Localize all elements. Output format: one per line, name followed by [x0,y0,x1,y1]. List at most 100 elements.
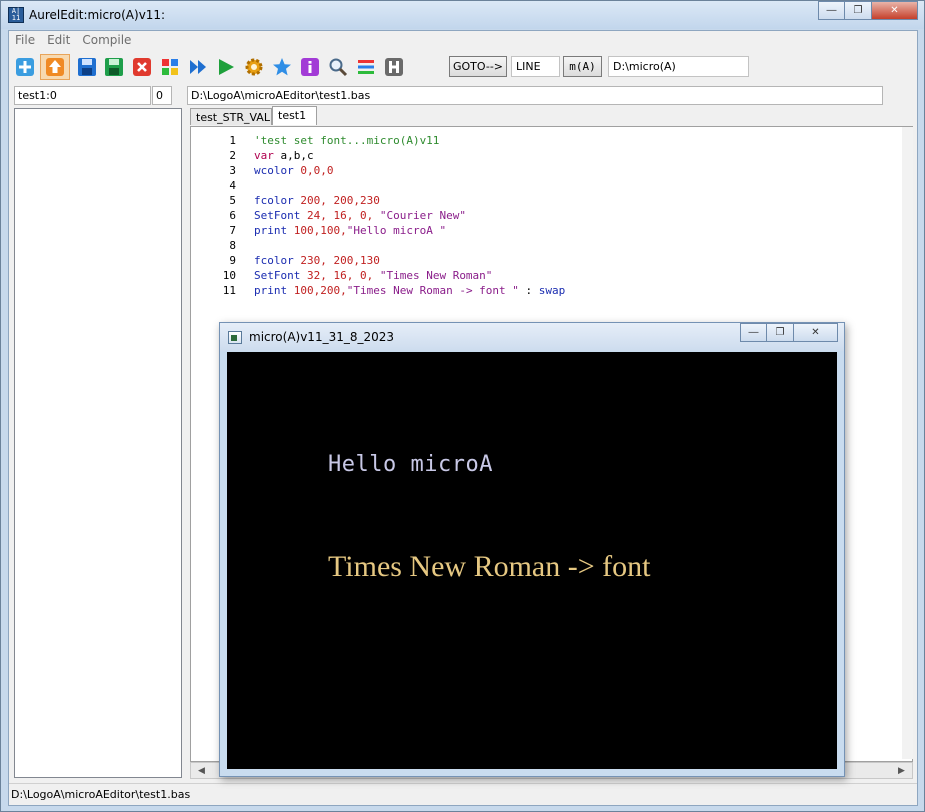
star-icon [273,58,291,76]
new-icon [16,58,34,76]
fast-forward-button[interactable] [186,55,210,79]
goto-button[interactable]: GOTO--> [449,56,507,77]
run-icon [219,59,234,75]
code-token: print [254,284,288,297]
code-token: wcolor [254,164,294,177]
minimize-button[interactable]: — [818,1,845,20]
path-input[interactable]: D:\micro(A) [608,56,749,77]
info-button[interactable] [298,55,322,79]
search-icon [329,58,348,77]
menu-edit[interactable]: Edit [41,31,76,49]
code-line[interactable]: 1 'test set font...micro(A)v11 [191,133,565,148]
code-token: "Hello microA " [346,224,447,237]
close-file-button[interactable] [130,55,154,79]
line-number: 9 [229,254,236,267]
status-path: D:\LogoA\microAEditor\test1.bas [11,788,191,801]
output-close-button[interactable]: ✕ [794,323,838,342]
status-bar: D:\LogoA\microAEditor\test1.bas [9,783,917,805]
code-line[interactable]: 6 SetFont 24, 16, 0, "Courier New" [191,208,565,223]
maximize-button[interactable]: ❐ [845,1,872,20]
title-bar[interactable]: A| 11 AurelEdit:micro(A)v11: — ❐ ✕ [1,1,924,29]
editor-vertical-scrollbar[interactable] [902,127,913,759]
code-token: fcolor [254,194,294,207]
caption-buttons: — ❐ ✕ [818,1,918,20]
output-minimize-button[interactable]: — [740,323,767,342]
code-token: "Courier New" [379,209,466,222]
number-field[interactable]: 0 [152,86,172,105]
output-caption-buttons: — ❐ ✕ [740,323,838,342]
code-area[interactable]: 1'test set font...micro(A)v11 2 var a,b,c 3… [191,133,566,298]
output-title-bar[interactable]: micro(A)v11_31_8_2023 — ❐ ✕ [220,323,844,351]
code-line[interactable]: 8 [191,238,565,253]
code-token: "Times New Roman -> font " [346,284,519,297]
save-as-button[interactable] [102,55,126,79]
code-token: 'test set font...micro(A)v11 [254,134,440,147]
code-token: a,b,c [273,149,314,162]
code-token: 0,0,0 [293,164,334,177]
fast-forward-icon [190,60,206,74]
file-path-field[interactable]: D:\LogoA\microAEditor\test1.bas [187,86,883,105]
colors-button[interactable] [158,55,182,79]
find-button[interactable] [326,55,350,79]
favorite-button[interactable] [270,55,294,79]
code-token: 24, 16, 0, [300,209,380,222]
line-input[interactable]: LINE [511,56,560,77]
output-window-title: micro(A)v11_31_8_2023 [249,330,395,344]
window-title: AurelEdit:micro(A)v11: [29,8,166,22]
code-line[interactable]: 9 fcolor 230, 200,130 [191,253,565,268]
code-token: 32, 16, 0, [300,269,380,282]
code-token: 200, 200,230 [293,194,380,207]
line-number: 4 [229,179,236,192]
info-icon [301,58,319,76]
code-line[interactable]: 3 wcolor 0,0,0 [191,163,565,178]
function-field[interactable]: test1:0 [14,86,151,105]
line-number: 7 [229,224,236,237]
ma-button[interactable]: m(A) [563,56,602,77]
code-token: print [254,224,288,237]
output-maximize-button[interactable]: ❐ [767,323,794,342]
code-token: SetFont [254,209,301,222]
code-line[interactable]: 5 fcolor 200, 200,230 [191,193,565,208]
run-button[interactable] [214,55,238,79]
settings-button[interactable] [242,55,266,79]
scroll-left-icon[interactable]: ◀ [193,763,210,778]
save-icon [78,58,96,76]
line-number: 10 [222,269,236,282]
line-number: 6 [229,209,236,222]
close-button[interactable]: ✕ [872,1,918,20]
tab-test1[interactable]: test1 [272,106,317,125]
code-token: var [254,149,274,162]
function-list[interactable] [14,108,182,778]
code-token: 100,200, [287,284,347,297]
code-line[interactable]: 4 [191,178,565,193]
save-as-icon [105,58,123,76]
save-button[interactable] [75,55,99,79]
code-line[interactable]: 2 var a,b,c [191,148,565,163]
h-button[interactable] [382,55,406,79]
menu-file[interactable]: File [9,31,41,49]
menu-bar: File Edit Compile [9,31,917,49]
code-line[interactable]: 10 SetFont 32, 16, 0, "Times New Roman" [191,268,565,283]
close-icon: ✕ [890,5,899,16]
settings-gear-icon [245,58,263,76]
line-number: 2 [229,149,236,162]
code-token: : [518,284,539,297]
code-token: 230, 200,130 [293,254,380,267]
code-line[interactable]: 7 print 100,100, "Hello microA " [191,223,565,238]
code-token: 100,100, [287,224,347,237]
list-button[interactable] [354,55,378,79]
new-button[interactable] [13,55,37,79]
menu-compile[interactable]: Compile [76,31,137,49]
open-button[interactable] [40,54,70,80]
output-canvas: Hello microA Times New Roman -> font [227,352,837,769]
code-line[interactable]: 11 print 100,200, "Times New Roman -> font… [191,283,566,298]
restore-icon: ❐ [775,327,785,338]
app-icon: A| 11 [8,7,24,23]
close-file-icon [133,58,151,76]
toolbar: GOTO--> LINE m(A) D:\micro(A) [13,53,917,81]
scroll-right-icon[interactable]: ▶ [893,763,910,778]
main-window: A| 11 AurelEdit:micro(A)v11: — ❐ ✕ File E… [0,0,925,812]
output-window[interactable]: micro(A)v11_31_8_2023 — ❐ ✕ Hello microA… [219,322,845,777]
tab-test-str-val[interactable]: test_STR_VAL [190,108,272,125]
restore-icon: ❐ [853,5,863,16]
